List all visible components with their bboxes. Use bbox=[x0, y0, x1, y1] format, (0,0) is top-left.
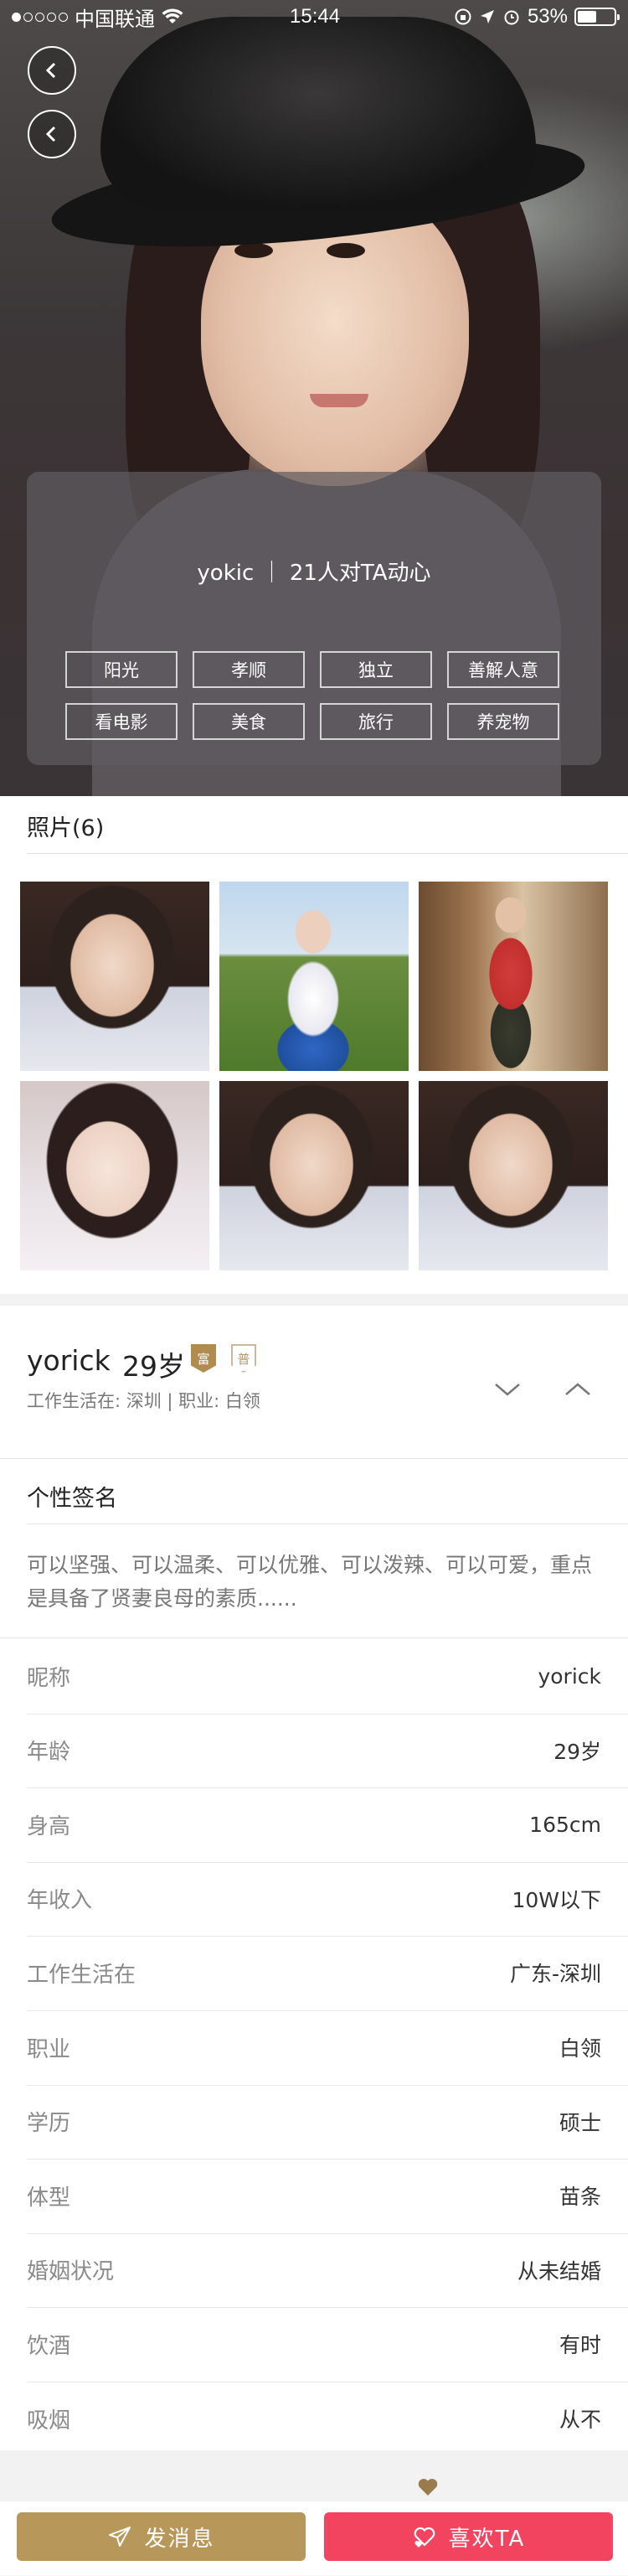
detail-row: 昵称 yorick bbox=[27, 1639, 601, 1713]
interest-tag: 养宠物 bbox=[447, 703, 559, 740]
hero-eye-right bbox=[327, 243, 365, 258]
detail-label: 年收入 bbox=[27, 1888, 93, 1914]
detail-row: 体型 苗条 bbox=[27, 2159, 601, 2232]
interest-tag: 孝顺 bbox=[193, 651, 305, 688]
location-occupation: 工作生活在: 深圳 | 职业: 白领 bbox=[27, 1391, 260, 1411]
hero-eye-left bbox=[234, 243, 273, 258]
photo-thumbnail[interactable] bbox=[20, 1081, 209, 1270]
photos-title: 照片(6) bbox=[27, 815, 105, 841]
divider bbox=[0, 1637, 628, 1638]
detail-label: 吸烟 bbox=[27, 2408, 71, 2434]
like-label: 喜欢TA bbox=[448, 2526, 526, 2552]
detail-value: yorick bbox=[538, 1663, 601, 1689]
detail-label: 婚姻状况 bbox=[27, 2259, 115, 2285]
profile-summary-card: yokic ｜ 21人对TA动心 阳光 孝顺 独立 善解人意 看电影 美食 旅行… bbox=[27, 472, 601, 765]
detail-value: 广东-深圳 bbox=[509, 1962, 601, 1987]
interest-tag: 旅行 bbox=[320, 703, 432, 740]
back-button-top[interactable] bbox=[28, 46, 76, 95]
detail-label: 饮酒 bbox=[27, 2333, 71, 2359]
divider bbox=[27, 1523, 628, 1524]
detail-value: 165cm bbox=[529, 1812, 601, 1837]
wealth-badge-icon: 富 bbox=[191, 1344, 216, 1373]
detail-value: 从未结婚 bbox=[517, 2258, 601, 2284]
hero-lips bbox=[310, 394, 368, 407]
rotation-lock-icon bbox=[455, 8, 471, 25]
detail-label: 学历 bbox=[27, 2111, 71, 2137]
paper-plane-icon bbox=[109, 2527, 131, 2547]
detail-label: 工作生活在 bbox=[27, 1962, 136, 1988]
status-bar: 中国联通 15:44 53% bbox=[0, 0, 628, 34]
detail-value: 有时 bbox=[559, 2333, 601, 2358]
section-separator bbox=[0, 1294, 628, 1306]
divider bbox=[27, 853, 628, 854]
send-message-button[interactable]: 发消息 bbox=[17, 2512, 306, 2561]
detail-value: 白领 bbox=[559, 2036, 601, 2061]
signature-title: 个性签名 bbox=[27, 1486, 117, 1512]
user-name: yorick bbox=[27, 1344, 111, 1377]
interest-tag: 美食 bbox=[193, 703, 305, 740]
photo-thumbnail[interactable] bbox=[219, 882, 409, 1071]
interest-tags: 阳光 孝顺 独立 善解人意 看电影 美食 旅行 养宠物 bbox=[65, 651, 568, 740]
battery-percent: 53% bbox=[527, 5, 568, 28]
location-icon bbox=[480, 10, 494, 23]
signal-icon bbox=[12, 12, 68, 22]
carrier-label: 中国联通 bbox=[75, 8, 155, 31]
interest-tag: 阳光 bbox=[65, 651, 178, 688]
battery-icon bbox=[574, 8, 620, 26]
detail-label: 体型 bbox=[27, 2185, 71, 2211]
photo-thumbnail[interactable] bbox=[419, 1081, 608, 1270]
clock-label: 15:44 bbox=[290, 5, 341, 28]
detail-row: 年收入 10W以下 bbox=[27, 1862, 601, 1936]
interest-tag: 看电影 bbox=[65, 703, 178, 740]
detail-label: 年龄 bbox=[27, 1740, 71, 1766]
detail-row: 学历 硕士 bbox=[27, 2085, 601, 2159]
chevron-left-icon bbox=[45, 126, 56, 142]
detail-value: 29岁 bbox=[553, 1739, 601, 1764]
interest-tag: 善解人意 bbox=[447, 651, 559, 688]
photo-thumbnail[interactable] bbox=[419, 882, 608, 1071]
wifi-icon bbox=[162, 8, 183, 23]
detail-value: 硕士 bbox=[559, 2110, 601, 2135]
user-age: 29岁 bbox=[122, 1350, 185, 1383]
interest-tag: 独立 bbox=[320, 651, 432, 688]
detail-label: 昵称 bbox=[27, 1665, 71, 1691]
verified-badge-icon: 普 bbox=[231, 1344, 256, 1373]
like-button[interactable]: 喜欢TA bbox=[324, 2512, 613, 2561]
detail-value: 从不 bbox=[559, 2408, 601, 2432]
alarm-icon bbox=[504, 10, 519, 25]
detail-row: 年龄 29岁 bbox=[27, 1714, 601, 1787]
send-message-label: 发消息 bbox=[144, 2526, 215, 2552]
heart-outline-icon bbox=[414, 2527, 435, 2548]
chevron-down-icon[interactable] bbox=[492, 1374, 522, 1404]
detail-label: 职业 bbox=[27, 2036, 71, 2062]
detail-row: 吸烟 从不 bbox=[27, 2382, 601, 2455]
admirer-headline: yokic ｜ 21人对TA动心 bbox=[197, 561, 431, 586]
heart-icon bbox=[418, 2479, 438, 2496]
detail-row: 饮酒 有时 bbox=[27, 2307, 601, 2381]
photo-thumbnail[interactable] bbox=[20, 882, 209, 1071]
detail-row: 身高 165cm bbox=[27, 1787, 601, 1861]
detail-label: 身高 bbox=[27, 1813, 71, 1839]
detail-row: 职业 白领 bbox=[27, 2010, 601, 2084]
signature-text: 可以坚强、可以温柔、可以优雅、可以泼辣、可以可爱，重点是具备了贤妻良母的素质..… bbox=[27, 1553, 593, 1611]
back-button[interactable] bbox=[28, 110, 76, 158]
detail-value: 苗条 bbox=[559, 2185, 601, 2210]
detail-row: 婚姻状况 从未结婚 bbox=[27, 2233, 601, 2307]
chevron-up-icon[interactable] bbox=[563, 1374, 593, 1404]
photo-thumbnail[interactable] bbox=[219, 1081, 409, 1270]
chevron-left-icon bbox=[45, 62, 56, 79]
detail-value: 10W以下 bbox=[512, 1887, 601, 1912]
hero-cap bbox=[100, 17, 536, 209]
divider bbox=[0, 1458, 628, 1459]
detail-row: 工作生活在 广东-深圳 bbox=[27, 1936, 601, 2010]
